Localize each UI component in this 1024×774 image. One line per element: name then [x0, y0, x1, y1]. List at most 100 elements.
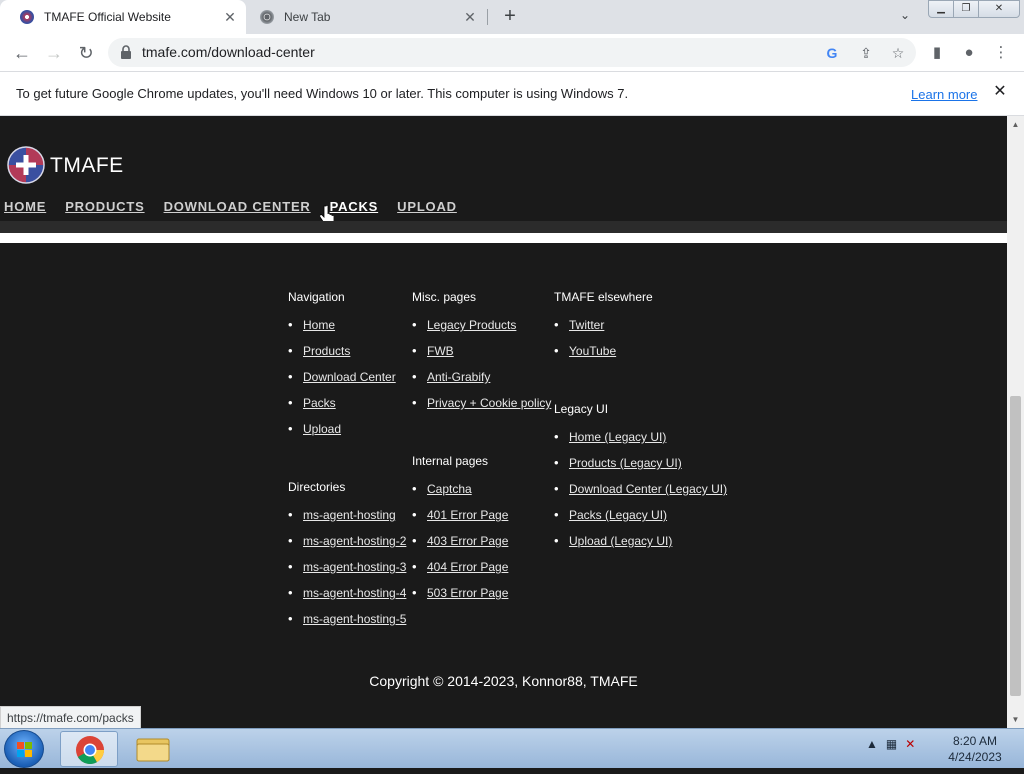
content-separator [0, 233, 1007, 243]
system-tray: ▲ ▦ ✕ [866, 737, 915, 751]
new-tab-button[interactable]: + [498, 5, 522, 29]
footer-link-anti-grabify[interactable]: Anti-Grabify [427, 370, 490, 384]
taskbar-clock[interactable]: 8:20 AM 4/24/2023 [940, 733, 1010, 765]
footer-heading: TMAFE elsewhere [554, 290, 653, 304]
list-item: 403 Error Page [412, 533, 508, 560]
windows-taskbar: ▲ ▦ ✕ 8:20 AM 4/24/2023 [0, 728, 1024, 768]
footer-link-legacy-packs[interactable]: Packs (Legacy UI) [569, 508, 667, 522]
reload-icon[interactable]: ↻ [74, 41, 98, 65]
volume-muted-icon[interactable]: ✕ [905, 737, 915, 751]
network-icon[interactable]: ▦ [886, 737, 897, 751]
footer-navigation-column: Navigation Home Products Download Center… [288, 290, 396, 448]
tab-tmafe[interactable]: TMAFE Official Website ✕ [0, 0, 246, 34]
tab-title: New Tab [284, 10, 331, 24]
footer-link-dir-4[interactable]: ms-agent-hosting-4 [303, 586, 406, 600]
footer-elsewhere-column: TMAFE elsewhere Twitter YouTube [554, 290, 653, 370]
site-brand[interactable]: TMAFE [50, 154, 124, 178]
list-item: Download Center (Legacy UI) [554, 481, 727, 508]
bookmark-star-icon[interactable]: ☆ [888, 43, 908, 63]
footer-list: Legacy Products FWB Anti-Grabify Privacy… [412, 317, 551, 422]
web-page: TMAFE HOME PRODUCTS DOWNLOAD CENTER PACK… [0, 116, 1007, 728]
menu-dots-icon[interactable]: ⋮ [990, 42, 1012, 64]
footer-link-legacy-download-center[interactable]: Download Center (Legacy UI) [569, 482, 727, 496]
link-status-bubble: https://tmafe.com/packs [0, 706, 141, 730]
maximize-button[interactable]: ❐ [953, 0, 979, 18]
site-header: TMAFE HOME PRODUCTS DOWNLOAD CENTER PACK… [0, 116, 1007, 227]
copyright-text: Copyright © 2014-2023, Konnor88, TMAFE [369, 673, 638, 689]
start-button[interactable] [4, 730, 44, 768]
clock-time: 8:20 AM [952, 734, 998, 748]
windows-logo-icon [17, 742, 32, 757]
lock-icon [121, 45, 131, 59]
footer-link-401[interactable]: 401 Error Page [427, 508, 508, 522]
footer-link-dir-5[interactable]: ms-agent-hosting-5 [303, 612, 406, 626]
taskbar-explorer[interactable] [124, 731, 182, 767]
tab-search-chevron-icon[interactable]: ⌄ [896, 8, 914, 26]
clock-date: 4/24/2023 [948, 750, 1002, 764]
scrollbar-thumb[interactable] [1010, 396, 1021, 696]
close-window-button[interactable]: ✕ [978, 0, 1020, 18]
update-infobar: To get future Google Chrome updates, you… [0, 71, 1024, 116]
footer-link-legacy-products[interactable]: Legacy Products [427, 318, 516, 332]
minimize-button[interactable]: ▁ [928, 0, 954, 18]
footer-internal-column: Internal pages Captcha 401 Error Page 40… [412, 454, 508, 612]
scroll-down-arrow-icon[interactable]: ▼ [1007, 711, 1024, 728]
close-infobar-icon[interactable]: ✕ [990, 82, 1010, 102]
footer-legacy-column: Legacy UI Home (Legacy UI) Products (Leg… [554, 402, 727, 560]
list-item: ms-agent-hosting-4 [288, 585, 406, 612]
header-bottom-strip [0, 221, 1007, 233]
footer-link-privacy[interactable]: Privacy + Cookie policy [427, 396, 551, 410]
list-item: ms-agent-hosting [288, 507, 406, 534]
footer-link-503[interactable]: 503 Error Page [427, 586, 508, 600]
nav-download-center[interactable]: DOWNLOAD CENTER [164, 199, 311, 214]
tab-new-tab[interactable]: New Tab ✕ [246, 0, 486, 34]
infobar-message: To get future Google Chrome updates, you… [16, 86, 629, 101]
footer-link-download-center[interactable]: Download Center [303, 370, 396, 384]
footer-link-twitter[interactable]: Twitter [569, 318, 604, 332]
footer-link-404[interactable]: 404 Error Page [427, 560, 508, 574]
forward-arrow-icon[interactable]: → [42, 41, 66, 65]
footer-link-packs[interactable]: Packs [303, 396, 336, 410]
footer-list: Twitter YouTube [554, 317, 653, 370]
footer-link-403[interactable]: 403 Error Page [427, 534, 508, 548]
list-item: Privacy + Cookie policy [412, 395, 551, 422]
footer-link-legacy-products[interactable]: Products (Legacy UI) [569, 456, 682, 470]
footer-link-dir-1[interactable]: ms-agent-hosting [303, 508, 396, 522]
learn-more-link[interactable]: Learn more [911, 87, 977, 102]
list-item: Captcha [412, 481, 508, 508]
footer-link-legacy-upload[interactable]: Upload (Legacy UI) [569, 534, 672, 548]
scroll-up-arrow-icon[interactable]: ▲ [1007, 116, 1024, 133]
footer-link-dir-2[interactable]: ms-agent-hosting-2 [303, 534, 406, 548]
nav-packs[interactable]: PACKS [330, 199, 379, 214]
footer-directories-column: Directories ms-agent-hosting ms-agent-ho… [288, 480, 406, 638]
footer-link-youtube[interactable]: YouTube [569, 344, 616, 358]
side-panel-icon[interactable]: ▮ [926, 42, 948, 64]
list-item: Products (Legacy UI) [554, 455, 727, 482]
back-arrow-icon[interactable]: ← [10, 41, 34, 65]
google-icon[interactable]: G [822, 43, 842, 63]
footer-link-legacy-home[interactable]: Home (Legacy UI) [569, 430, 666, 444]
footer-link-dir-3[interactable]: ms-agent-hosting-3 [303, 560, 406, 574]
share-icon[interactable]: ⇪ [856, 43, 876, 63]
vertical-scrollbar[interactable]: ▲ ▼ [1007, 116, 1024, 728]
list-item: FWB [412, 343, 551, 370]
tab-title: TMAFE Official Website [44, 10, 171, 24]
chrome-favicon-icon [260, 10, 274, 24]
site-nav: HOME PRODUCTS DOWNLOAD CENTER PACKS UPLO… [4, 199, 476, 214]
tray-expand-icon[interactable]: ▲ [866, 737, 878, 751]
footer-link-home[interactable]: Home [303, 318, 335, 332]
address-bar[interactable]: tmafe.com/download-center G ⇪ ☆ [108, 38, 916, 67]
footer-link-products[interactable]: Products [303, 344, 350, 358]
close-tab-icon[interactable]: ✕ [222, 9, 238, 25]
list-item: Anti-Grabify [412, 369, 551, 396]
nav-products[interactable]: PRODUCTS [65, 199, 144, 214]
list-item: 401 Error Page [412, 507, 508, 534]
close-tab-icon[interactable]: ✕ [462, 9, 478, 25]
profile-icon[interactable]: ● [958, 42, 980, 64]
footer-link-captcha[interactable]: Captcha [427, 482, 472, 496]
taskbar-chrome[interactable] [60, 731, 118, 767]
footer-link-fwb[interactable]: FWB [427, 344, 454, 358]
footer-link-upload[interactable]: Upload [303, 422, 341, 436]
nav-home[interactable]: HOME [4, 199, 46, 214]
nav-upload[interactable]: UPLOAD [397, 199, 457, 214]
